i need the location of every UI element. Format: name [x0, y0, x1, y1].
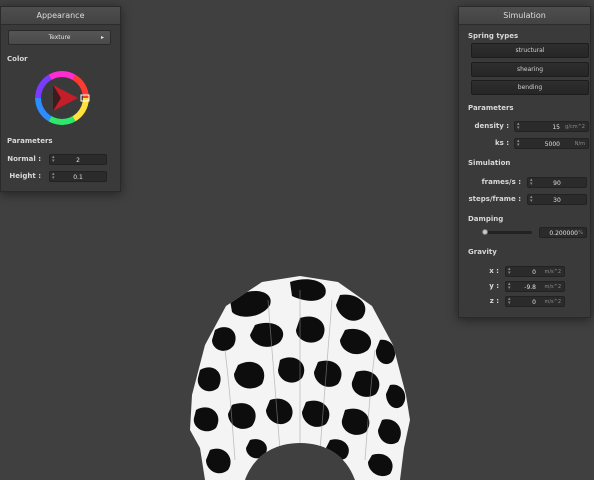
- appearance-panel: Appearance Texture ▸ Color Parameters No…: [0, 6, 121, 192]
- height-value: 0.1: [73, 174, 83, 181]
- gravity-z-label: z :: [489, 297, 499, 305]
- height-label: Height :: [9, 172, 41, 180]
- normal-label: Normal :: [7, 155, 41, 163]
- normal-value: 2: [76, 157, 80, 164]
- fps-label: frames/s :: [481, 178, 521, 186]
- shearing-spring-button[interactable]: shearing: [471, 62, 589, 77]
- spinner-icon[interactable]: ▴ ▾: [508, 267, 511, 276]
- fps-value: 90: [553, 180, 561, 187]
- gravity-y-input[interactable]: ▴ ▾ -9.8 m/s^2: [505, 281, 565, 292]
- gravity-x-input[interactable]: ▴ ▾ 0 m/s^2: [505, 266, 565, 277]
- density-value: 15: [552, 124, 560, 131]
- height-input[interactable]: ▴ ▾ 0.1: [49, 171, 107, 182]
- chevron-right-icon: ▸: [100, 34, 104, 41]
- shader-select-value: Texture: [48, 34, 71, 41]
- shader-select[interactable]: Texture ▸: [8, 30, 111, 45]
- bending-spring-button[interactable]: bending: [471, 80, 589, 95]
- damping-label: Damping: [468, 215, 504, 223]
- gravity-x-value: 0: [532, 269, 536, 276]
- gravity-z-input[interactable]: ▴ ▾ 0 m/s^2: [505, 296, 565, 307]
- ks-label: ks :: [494, 139, 509, 147]
- damping-value: 0.200000: [549, 230, 578, 237]
- color-wheel[interactable]: [31, 67, 93, 129]
- appearance-panel-title: Appearance: [1, 7, 120, 25]
- simulation-section-label: Simulation: [468, 159, 511, 167]
- density-input[interactable]: ▴ ▾ 15 g/cm^2: [514, 121, 589, 132]
- spring-types-label: Spring types: [468, 32, 519, 40]
- damping-slider-track[interactable]: [484, 231, 532, 234]
- gravity-y-unit: m/s^2: [544, 284, 561, 290]
- damping-slider-handle[interactable]: [481, 229, 488, 235]
- gravity-z-unit: m/s^2: [544, 299, 561, 305]
- density-label: density :: [474, 122, 509, 130]
- normal-input[interactable]: ▴ ▾ 2: [49, 154, 107, 165]
- color-label: Color: [7, 55, 28, 63]
- damping-unit: %: [578, 230, 583, 236]
- gravity-x-label: x :: [489, 267, 499, 275]
- spinner-icon[interactable]: ▴ ▾: [517, 139, 520, 148]
- gravity-x-unit: m/s^2: [544, 269, 561, 275]
- gravity-z-value: 0: [532, 299, 536, 306]
- fps-input[interactable]: ▴ ▾ 90: [527, 177, 587, 188]
- ks-value: 5000: [544, 141, 560, 148]
- ks-unit: N/m: [574, 141, 585, 147]
- spinner-icon[interactable]: ▴ ▾: [508, 282, 511, 291]
- damping-input[interactable]: 0.200000 %: [539, 227, 587, 238]
- ks-input[interactable]: ▴ ▾ 5000 N/m: [514, 138, 589, 149]
- spinner-icon[interactable]: ▴ ▾: [517, 122, 520, 131]
- gravity-y-label: y :: [489, 282, 499, 290]
- simulation-panel-title: Simulation: [459, 7, 590, 25]
- density-unit: g/cm^2: [565, 124, 585, 130]
- simulation-panel: Simulation Spring types structural shear…: [458, 6, 591, 318]
- steps-input[interactable]: ▴ ▾ 30: [527, 194, 587, 205]
- spinner-icon[interactable]: ▴ ▾: [508, 297, 511, 306]
- steps-label: steps/frame :: [468, 195, 522, 203]
- steps-value: 30: [553, 197, 561, 204]
- structural-spring-button[interactable]: structural: [471, 43, 589, 58]
- gravity-y-value: -9.8: [524, 284, 536, 291]
- appearance-parameters-label: Parameters: [7, 137, 53, 145]
- simulation-parameters-label: Parameters: [468, 104, 514, 112]
- gravity-label: Gravity: [468, 248, 497, 256]
